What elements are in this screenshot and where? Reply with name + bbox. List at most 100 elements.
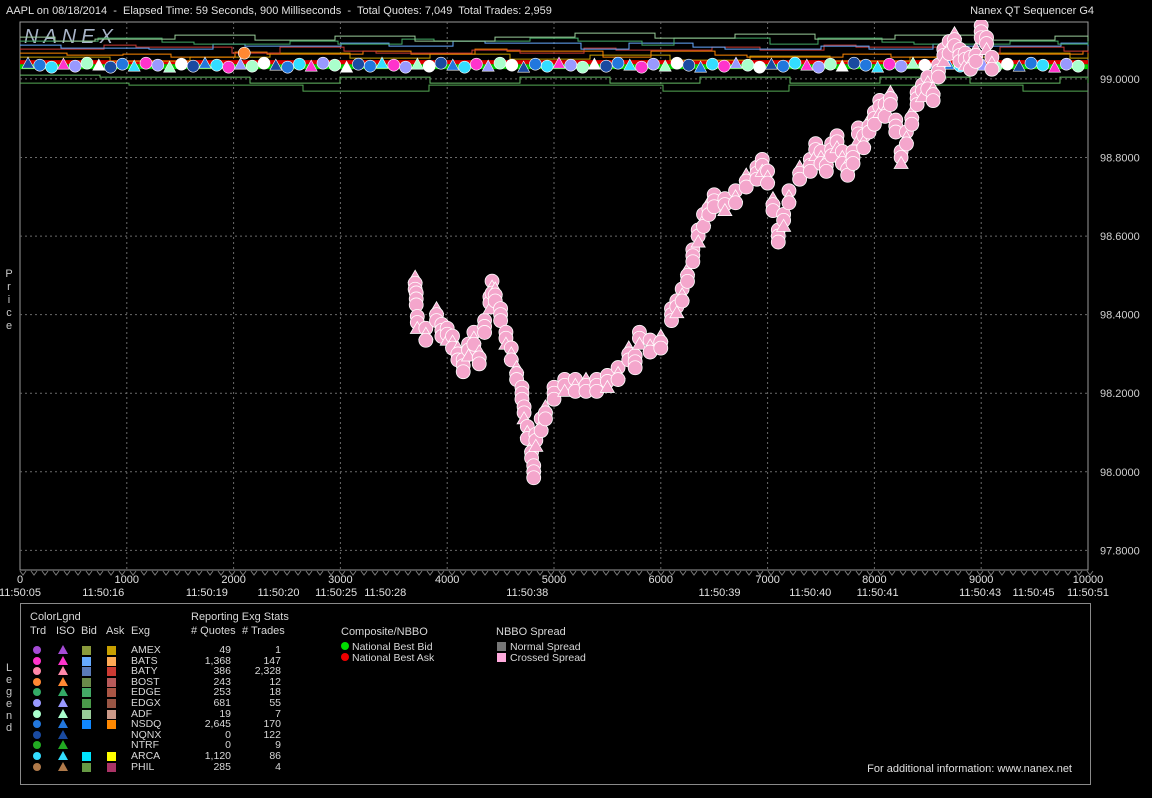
quote-circle-marker	[458, 60, 471, 74]
x-minor-tick	[712, 570, 720, 576]
trade-point	[984, 61, 1000, 77]
trade-dot-icon	[33, 656, 41, 665]
trades-count: 4	[275, 760, 281, 773]
trade-point	[781, 195, 797, 211]
quote-circle-marker	[316, 56, 330, 70]
x-minor-tick	[943, 570, 951, 576]
hdr-iso: ISO	[56, 625, 75, 637]
quote-circle-marker	[564, 58, 578, 72]
composite-title: Composite/NBBO	[341, 626, 428, 638]
quote-circle-marker	[717, 59, 731, 73]
bid-square-icon	[82, 699, 91, 708]
quote-circle-marker	[706, 57, 719, 71]
trade-dot-icon	[33, 730, 41, 739]
x-minor-tick	[162, 570, 170, 576]
bost-trade-marker	[237, 46, 251, 60]
quote-circle-marker	[151, 58, 165, 72]
quote-circle-marker	[824, 57, 837, 71]
trade-point	[925, 93, 941, 109]
quote-circle-marker	[529, 57, 542, 71]
legend-row-amex: AMEX 49 1	[21, 645, 321, 656]
hdr-ask: Ask	[106, 625, 125, 637]
y-tick-label: 99.0000	[1100, 74, 1140, 86]
x-minor-tick	[184, 570, 192, 576]
x-minor-tick	[701, 570, 709, 576]
hdr-bid: Bid	[81, 625, 97, 637]
bid-square-icon	[82, 646, 91, 655]
trade-point	[856, 140, 872, 156]
trade-point	[760, 175, 775, 191]
trade-point	[728, 195, 743, 211]
quote-circle-marker	[741, 58, 755, 72]
x-minor-tick	[778, 570, 786, 576]
x-minor-tick	[1042, 570, 1050, 576]
x-minor-tick	[811, 570, 819, 576]
quote-circle-marker	[1060, 57, 1073, 71]
x-minor-tick	[1053, 570, 1061, 576]
quote-circle-marker	[104, 60, 117, 74]
hdr-trd: Trd	[30, 625, 47, 637]
spread-title: NBBO Spread	[496, 626, 566, 638]
x-minor-tick	[591, 570, 599, 576]
iso-triangle-icon	[58, 676, 68, 686]
price-chart: 97.8000 98.0000 98.2000 98.4000 98.6000 98.80…	[0, 20, 1140, 599]
quote-circle-marker	[470, 57, 483, 71]
bid-square-icon	[82, 688, 91, 698]
iso-triangle-icon	[58, 761, 68, 771]
quote-circle-marker	[812, 60, 825, 74]
x-minor-tick	[800, 570, 808, 576]
y-tick-label: 98.8000	[1100, 153, 1140, 165]
hdr-quotes: # Quotes	[191, 625, 236, 637]
x-minor-tick	[932, 570, 940, 576]
x-minor-tick	[723, 570, 731, 576]
legend-side-label: Legend	[5, 662, 13, 734]
trade-point	[845, 156, 861, 171]
quote-circle-marker	[210, 58, 224, 72]
quote-circle-marker	[788, 56, 802, 70]
trade-dot-icon	[33, 741, 41, 750]
x-minor-tick	[371, 570, 379, 576]
x-tick-label: 9000	[969, 574, 993, 586]
quote-circle-marker	[422, 59, 436, 73]
iso-triangle-icon	[58, 719, 68, 729]
quote-circle-marker	[399, 60, 412, 74]
trade-point	[899, 136, 914, 152]
x-minor-tick	[998, 570, 1006, 576]
time-label: 11:50:38	[506, 587, 548, 599]
iso-triangle-icon	[58, 698, 68, 707]
time-label: 11:50:45	[1013, 587, 1055, 599]
x-minor-tick	[921, 570, 929, 576]
quote-circle-marker	[245, 59, 259, 73]
quote-circle-marker	[363, 59, 377, 73]
quote-circle-marker	[257, 56, 271, 70]
iso-triangle-icon	[58, 740, 68, 750]
x-tick-label: 3000	[328, 574, 352, 586]
x-minor-tick	[96, 570, 104, 576]
ask-square-icon	[107, 699, 116, 708]
time-label: 11:50:41	[857, 587, 899, 599]
trade-point	[968, 53, 984, 69]
nbbo-ask-item: National Best Ask	[341, 652, 434, 664]
quote-circle-marker	[540, 59, 554, 73]
normal-spread-square-icon	[497, 642, 506, 651]
reporting-title: Reporting Exg Stats	[191, 611, 289, 623]
x-tick-label: 8000	[862, 574, 886, 586]
iso-triangle-icon	[58, 708, 68, 718]
x-minor-tick	[1064, 570, 1072, 576]
x-minor-tick	[822, 570, 830, 576]
x-minor-tick	[855, 570, 863, 576]
trade-point	[627, 360, 643, 376]
quote-circle-marker	[505, 58, 519, 72]
bid-square-icon	[82, 709, 91, 719]
ask-square-icon	[107, 720, 116, 730]
time-label: 11:50:19	[186, 587, 228, 599]
iso-triangle-icon	[58, 729, 68, 739]
iso-triangle-icon	[58, 687, 68, 697]
quote-circle-marker	[434, 56, 448, 70]
x-minor-tick	[30, 570, 38, 576]
quote-circle-marker	[1001, 57, 1014, 71]
quote-circle-marker	[352, 57, 365, 71]
x-minor-tick	[525, 570, 533, 576]
trade-point	[418, 332, 434, 348]
x-minor-tick	[833, 570, 841, 576]
